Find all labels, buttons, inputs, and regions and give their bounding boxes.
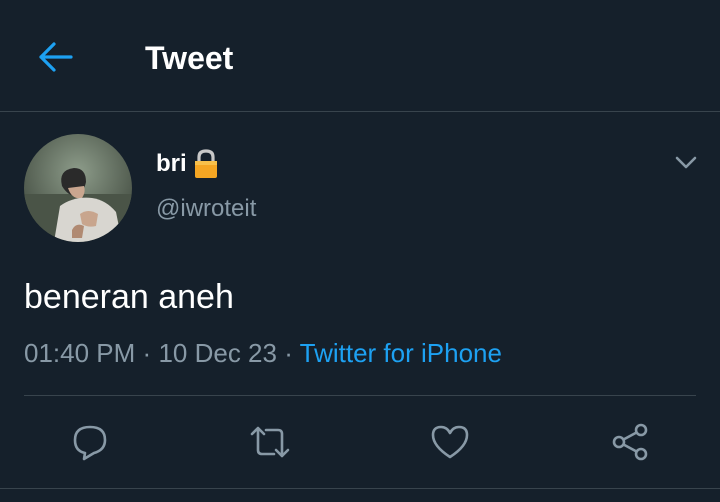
lock-icon xyxy=(193,149,219,179)
reply-button[interactable] xyxy=(66,418,114,466)
display-name: bri xyxy=(156,150,187,177)
author-name-row[interactable]: bri xyxy=(156,146,219,182)
tweet-date: 10 Dec 23 xyxy=(158,338,277,368)
more-options-button[interactable] xyxy=(670,146,702,178)
top-bar: Tweet xyxy=(0,0,720,112)
chevron-down-icon xyxy=(675,156,697,169)
like-button[interactable] xyxy=(426,418,474,466)
avatar[interactable] xyxy=(24,134,132,242)
heart-icon xyxy=(431,425,469,459)
meta-separator: · xyxy=(142,338,152,368)
page-title: Tweet xyxy=(145,40,234,76)
tweet-source-link[interactable]: Twitter for iPhone xyxy=(300,338,502,368)
tweet-meta: 01:40 PM · 10 Dec 23 · Twitter for iPhon… xyxy=(24,336,502,370)
share-button[interactable] xyxy=(606,418,654,466)
tweet-time: 01:40 PM xyxy=(24,338,136,368)
retweet-button[interactable] xyxy=(246,418,294,466)
divider xyxy=(0,488,720,489)
back-button[interactable] xyxy=(34,36,76,78)
divider xyxy=(24,395,696,396)
arrow-left-icon xyxy=(39,42,73,72)
user-handle[interactable]: @iwroteit xyxy=(156,194,256,224)
reply-icon xyxy=(73,425,107,461)
tweet-text: beneran aneh xyxy=(24,278,234,316)
retweet-icon xyxy=(250,426,290,458)
meta-separator: · xyxy=(284,338,293,368)
share-icon xyxy=(612,423,648,461)
